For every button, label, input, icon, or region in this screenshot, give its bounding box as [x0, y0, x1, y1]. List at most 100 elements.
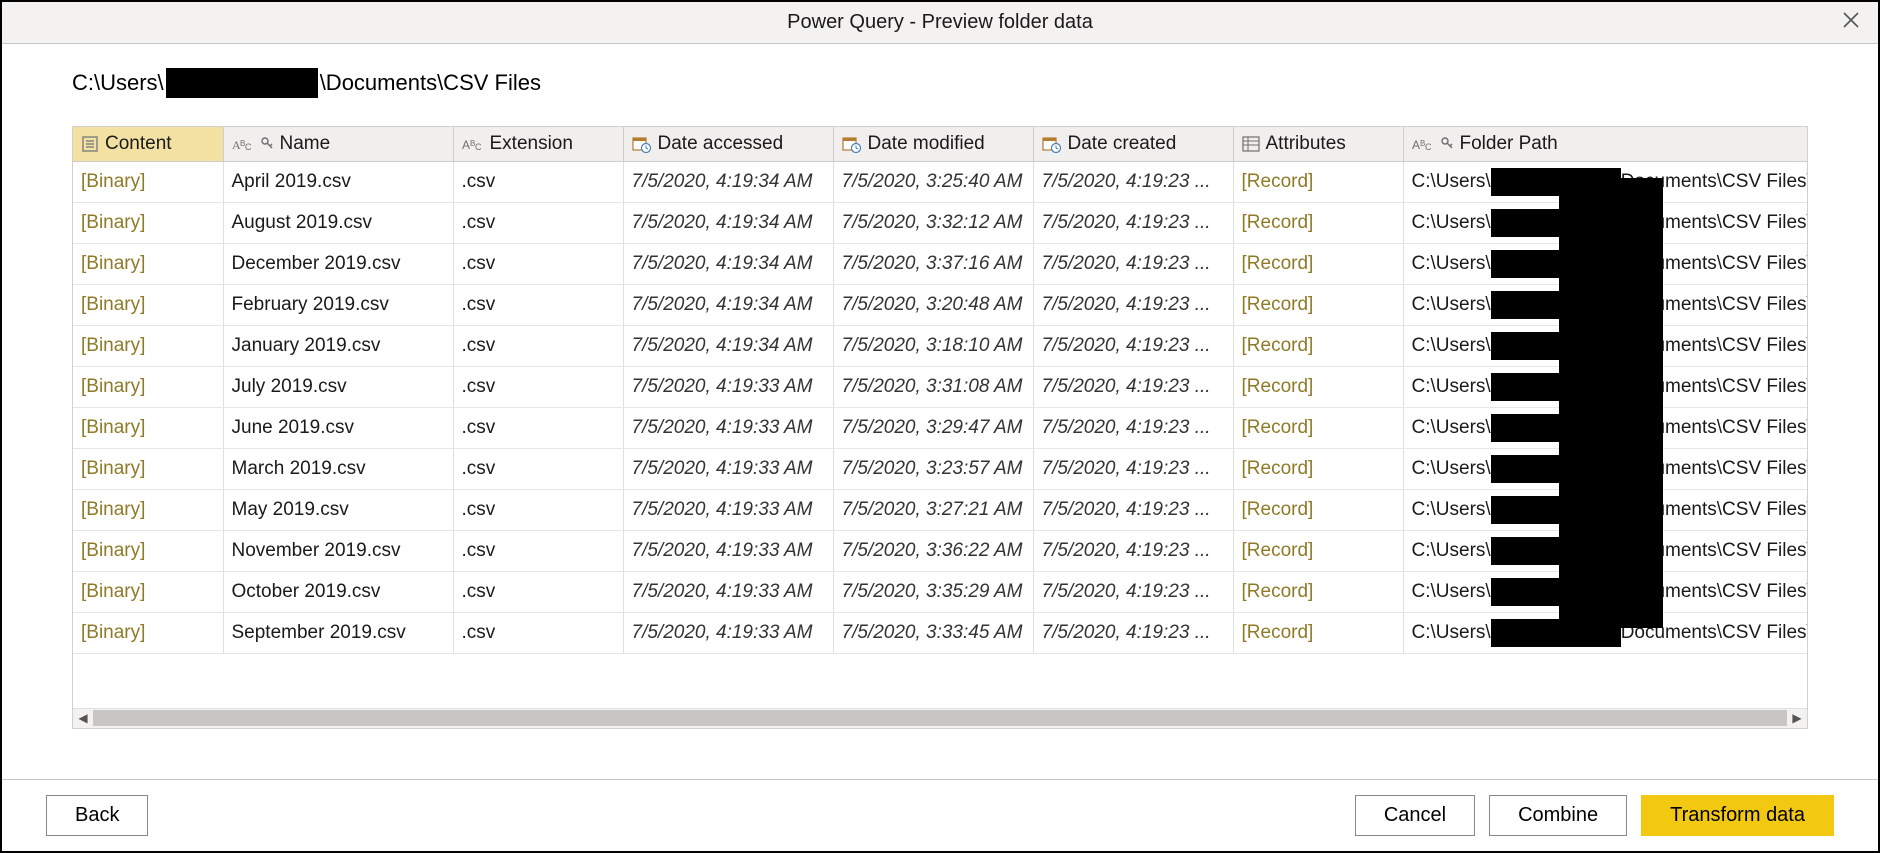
cell-content[interactable]: [Binary]	[73, 490, 223, 531]
cell-date-created: 7/5/2020, 4:19:23 ...	[1033, 490, 1233, 531]
column-header-date-accessed[interactable]: Date accessed	[623, 127, 833, 162]
table-row[interactable]: [Binary]March 2019.csv.csv7/5/2020, 4:19…	[73, 449, 1808, 490]
cell-date-created: 7/5/2020, 4:19:23 ...	[1033, 285, 1233, 326]
text-type-icon: ABC	[1412, 136, 1434, 152]
table-row[interactable]: [Binary]May 2019.csv.csv7/5/2020, 4:19:3…	[73, 490, 1808, 531]
column-header-date-created[interactable]: Date created	[1033, 127, 1233, 162]
table-empty-space	[73, 654, 1808, 708]
cell-attributes[interactable]: [Record]	[1233, 367, 1403, 408]
cell-name: May 2019.csv	[223, 490, 453, 531]
cell-date-modified: 7/5/2020, 3:32:12 AM	[833, 203, 1033, 244]
cell-extension: .csv	[453, 531, 623, 572]
cell-date-accessed: 7/5/2020, 4:19:33 AM	[623, 408, 833, 449]
cell-date-accessed: 7/5/2020, 4:19:34 AM	[623, 203, 833, 244]
cell-date-accessed: 7/5/2020, 4:19:34 AM	[623, 244, 833, 285]
cell-attributes[interactable]: [Record]	[1233, 531, 1403, 572]
svg-text:C: C	[1425, 142, 1432, 152]
column-header-folder-path-label: Folder Path	[1460, 133, 1558, 155]
cell-extension: .csv	[453, 572, 623, 613]
cell-content[interactable]: [Binary]	[73, 244, 223, 285]
cell-date-modified: 7/5/2020, 3:23:57 AM	[833, 449, 1033, 490]
column-header-name[interactable]: ABC Name	[223, 127, 453, 162]
cell-extension: .csv	[453, 326, 623, 367]
cell-date-created: 7/5/2020, 4:19:23 ...	[1033, 449, 1233, 490]
scroll-right-icon[interactable]: ▶	[1787, 711, 1807, 725]
cell-attributes[interactable]: [Record]	[1233, 572, 1403, 613]
table-row[interactable]: [Binary]October 2019.csv.csv 7/5/2020, 4:…	[73, 572, 1808, 613]
scroll-track[interactable]	[93, 710, 1787, 726]
column-header-attributes[interactable]: Attributes	[1233, 127, 1403, 162]
table-row[interactable]: [Binary]August 2019.csv.csv7/5/2020, 4:1…	[73, 203, 1808, 244]
table-row[interactable]: [Binary]January 2019.csv.csv7/5/2020, 4:…	[73, 326, 1808, 367]
scroll-left-icon[interactable]: ◀	[73, 711, 93, 725]
cell-content[interactable]: [Binary]	[73, 326, 223, 367]
table-row[interactable]: [Binary]July 2019.csv.csv7/5/2020, 4:19:…	[73, 367, 1808, 408]
cell-date-created: 7/5/2020, 4:19:23 ...	[1033, 408, 1233, 449]
cell-content[interactable]: [Binary]	[73, 367, 223, 408]
cell-extension: .csv	[453, 408, 623, 449]
cell-content[interactable]: [Binary]	[73, 613, 223, 654]
column-header-folder-path[interactable]: ABC Folder Path	[1403, 127, 1808, 162]
cell-content[interactable]: [Binary]	[73, 162, 223, 203]
cell-attributes[interactable]: [Record]	[1233, 408, 1403, 449]
cell-date-modified: 7/5/2020, 3:18:10 AM	[833, 326, 1033, 367]
column-header-date-modified[interactable]: Date modified	[833, 127, 1033, 162]
cell-content[interactable]: [Binary]	[73, 203, 223, 244]
horizontal-scrollbar[interactable]: ◀ ▶	[73, 708, 1807, 728]
cell-content[interactable]: [Binary]	[73, 285, 223, 326]
cell-attributes[interactable]: [Record]	[1233, 449, 1403, 490]
table-row[interactable]: [Binary]September 2019.csv.csv7/5/2020, …	[73, 613, 1808, 654]
cell-name: December 2019.csv	[223, 244, 453, 285]
cell-content[interactable]: [Binary]	[73, 449, 223, 490]
table-row[interactable]: [Binary]February 2019.csv.csv7/5/2020, 4…	[73, 285, 1808, 326]
cell-attributes[interactable]: [Record]	[1233, 326, 1403, 367]
cell-content[interactable]: [Binary]	[73, 572, 223, 613]
cell-name: November 2019.csv	[223, 531, 453, 572]
cell-content[interactable]: [Binary]	[73, 531, 223, 572]
cell-date-accessed: 7/5/2020, 4:19:33 AM	[623, 531, 833, 572]
cell-content[interactable]: [Binary]	[73, 408, 223, 449]
table-row[interactable]: [Binary]April 2019.csv.csv7/5/2020, 4:19…	[73, 162, 1808, 203]
cell-extension: .csv	[453, 367, 623, 408]
cell-name: June 2019.csv	[223, 408, 453, 449]
cell-name: April 2019.csv	[223, 162, 453, 203]
cell-date-accessed: 7/5/2020, 4:19:33 AM	[623, 613, 833, 654]
dialog-footer: Back Cancel Combine Transform data	[2, 779, 1878, 851]
cell-attributes[interactable]: [Record]	[1233, 285, 1403, 326]
window-title: Power Query - Preview folder data	[787, 11, 1093, 34]
cancel-button[interactable]: Cancel	[1355, 795, 1475, 836]
cell-date-created: 7/5/2020, 4:19:23 ...	[1033, 613, 1233, 654]
cell-date-created: 7/5/2020, 4:19:23 ...	[1033, 572, 1233, 613]
cell-name: August 2019.csv	[223, 203, 453, 244]
cell-date-modified: 7/5/2020, 3:27:21 AM	[833, 490, 1033, 531]
cell-date-accessed: 7/5/2020, 4:19:33 AM	[623, 367, 833, 408]
column-header-extension[interactable]: ABC Extension	[453, 127, 623, 162]
path-prefix: C:\Users\	[72, 70, 164, 96]
cell-date-accessed: 7/5/2020, 4:19:34 AM	[623, 162, 833, 203]
close-icon[interactable]	[1834, 8, 1868, 36]
back-button[interactable]: Back	[46, 795, 148, 836]
cell-attributes[interactable]: [Record]	[1233, 203, 1403, 244]
cell-date-accessed: 7/5/2020, 4:19:33 AM	[623, 449, 833, 490]
cell-date-created: 7/5/2020, 4:19:23 ...	[1033, 326, 1233, 367]
cell-attributes[interactable]: [Record]	[1233, 244, 1403, 285]
table-row[interactable]: [Binary]June 2019.csv.csv7/5/2020, 4:19:…	[73, 408, 1808, 449]
cell-name: October 2019.csv	[223, 572, 453, 613]
cell-date-accessed: 7/5/2020, 4:19:33 AM	[623, 490, 833, 531]
cell-date-created: 7/5/2020, 4:19:23 ...	[1033, 531, 1233, 572]
column-header-date-modified-label: Date modified	[868, 133, 985, 155]
table-row[interactable]: [Binary]December 2019.csv.csv7/5/2020, 4…	[73, 244, 1808, 285]
cell-extension: .csv	[453, 613, 623, 654]
combine-button[interactable]: Combine	[1489, 795, 1627, 836]
cell-date-modified: 7/5/2020, 3:25:40 AM	[833, 162, 1033, 203]
table-row[interactable]: [Binary]November 2019.csv.csv7/5/2020, 4…	[73, 531, 1808, 572]
cell-attributes[interactable]: [Record]	[1233, 162, 1403, 203]
transform-data-button[interactable]: Transform data	[1641, 795, 1834, 836]
cell-attributes[interactable]: [Record]	[1233, 613, 1403, 654]
binary-type-icon	[81, 135, 99, 153]
column-header-attributes-label: Attributes	[1266, 133, 1346, 155]
cell-attributes[interactable]: [Record]	[1233, 490, 1403, 531]
cell-date-accessed: 7/5/2020, 4:19:34 AM	[623, 326, 833, 367]
cell-name: February 2019.csv	[223, 285, 453, 326]
column-header-content[interactable]: Content	[73, 127, 223, 162]
